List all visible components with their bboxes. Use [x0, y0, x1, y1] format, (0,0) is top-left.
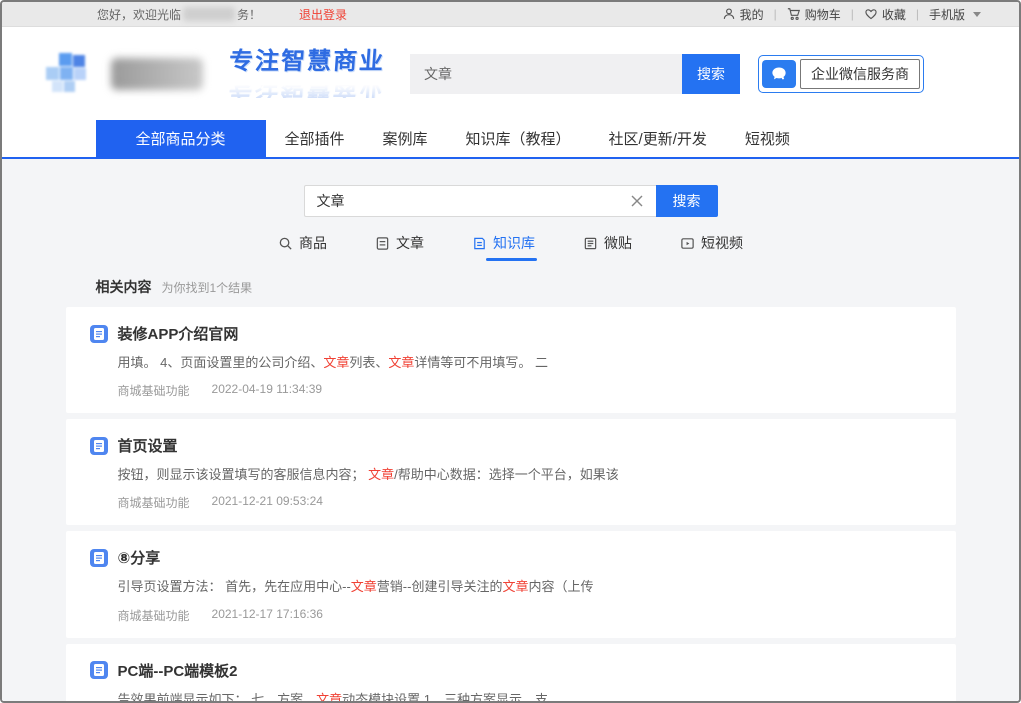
header-search-button[interactable]: 搜索 — [682, 54, 740, 94]
result-category: 商城基础功能 — [118, 494, 190, 511]
nav-case-library[interactable]: 案例库 — [364, 120, 447, 157]
nav-knowledge-base[interactable]: 知识库（教程） — [447, 120, 590, 157]
welcome-text: 您好，欢迎光临 务！ — [97, 6, 261, 23]
chevron-down-icon — [973, 12, 981, 17]
heart-icon — [864, 7, 878, 21]
result-card[interactable]: ⑧分享 引导页设置方法： 首先，先在应用中心--文章营销--创建引导关注的文章内… — [66, 531, 956, 637]
blurred-logo-text — [111, 58, 203, 90]
tab-articles[interactable]: 文章 — [375, 233, 424, 261]
wecom-chat-icon — [762, 60, 796, 88]
document-icon — [90, 325, 108, 343]
result-meta: 商城基础功能 2022-04-19 11:34:39 — [118, 382, 932, 399]
video-icon — [680, 236, 695, 251]
result-description: 告效果前端显示如下： 七、方案、文章动态模块设置 1、三种方案显示，支 — [118, 691, 932, 703]
tab-posts[interactable]: 微贴 — [583, 233, 632, 261]
document-icon — [90, 549, 108, 567]
site-header: 专注智慧商业 专注智慧商业 搜索 企业微信服务商 — [2, 27, 1019, 120]
clear-search-icon[interactable] — [628, 192, 646, 210]
result-description: 按钮，则显示该设置填写的客服信息内容； 文章/帮助中心数据：选择一个平台，如果该 — [118, 466, 932, 484]
article-icon — [375, 236, 390, 251]
cart-icon — [787, 7, 801, 21]
results-title: 相关内容 — [96, 277, 152, 297]
results-header: 相关内容 为你找到1个结果 — [96, 277, 956, 297]
tagline-reflection: 专注智慧商业 — [228, 74, 386, 98]
main-nav: 全部商品分类 全部插件 案例库 知识库（教程） 社区/更新/开发 短视频 — [2, 120, 1019, 159]
greeting-prefix: 您好，欢迎光临 — [97, 6, 181, 23]
site-tagline: 专注智慧商业 专注智慧商业 — [229, 50, 385, 98]
results-list: 装修APP介绍官网 用填。 4、页面设置里的公司介绍、文章列表、文章详情等可不用… — [66, 307, 956, 703]
result-type-tabs: 商品 文章 知识库 微贴 短视频 — [2, 233, 1019, 261]
main-content: 搜索 商品 文章 知识库 微贴 短视频 — [2, 159, 1019, 703]
result-date: 2021-12-21 09:53:24 — [212, 494, 323, 511]
result-title[interactable]: ⑧分享 — [118, 547, 161, 568]
user-icon — [722, 7, 736, 21]
greeting-suffix: 务！ — [237, 6, 261, 23]
result-date: 2022-04-19 11:34:39 — [212, 382, 323, 399]
search-icon — [278, 236, 293, 251]
result-meta: 商城基础功能 2021-12-17 17:16:36 — [118, 607, 932, 624]
topbar: 您好，欢迎光临 务！ 退出登录 我的 | 购物车 | 收藏 — [2, 2, 1019, 27]
result-card[interactable]: 首页设置 按钮，则显示该设置填写的客服信息内容； 文章/帮助中心数据：选择一个平… — [66, 419, 956, 525]
knowledge-base-icon — [472, 236, 487, 251]
result-card[interactable]: 装修APP介绍官网 用填。 4、页面设置里的公司介绍、文章列表、文章详情等可不用… — [66, 307, 956, 413]
document-icon — [90, 661, 108, 679]
result-category: 商城基础功能 — [118, 607, 190, 624]
wecom-service-badge[interactable]: 企业微信服务商 — [758, 55, 924, 93]
list-icon — [583, 236, 598, 251]
nav-short-video[interactable]: 短视频 — [726, 120, 809, 157]
logout-link[interactable]: 退出登录 — [299, 6, 347, 23]
my-account-link[interactable]: 我的 — [722, 6, 764, 23]
results-count: 为你找到1个结果 — [162, 279, 253, 296]
nav-all-plugins[interactable]: 全部插件 — [266, 120, 364, 157]
browser-window: 您好，欢迎光临 务！ 退出登录 我的 | 购物车 | 收藏 — [0, 0, 1021, 703]
nav-all-categories[interactable]: 全部商品分类 — [96, 120, 266, 157]
blurred-username — [183, 7, 235, 21]
tab-knowledge-base[interactable]: 知识库 — [472, 233, 535, 261]
search-input[interactable] — [304, 185, 656, 217]
result-meta: 商城基础功能 2021-12-21 09:53:24 — [118, 494, 932, 511]
nav-community[interactable]: 社区/更新/开发 — [590, 120, 726, 157]
search-button[interactable]: 搜索 — [656, 185, 718, 217]
mobile-version-menu[interactable]: 手机版 — [929, 6, 981, 23]
result-card[interactable]: PC端--PC端模板2 告效果前端显示如下： 七、方案、文章动态模块设置 1、三… — [66, 644, 956, 703]
content-search: 搜索 — [304, 185, 718, 217]
result-title[interactable]: 装修APP介绍官网 — [118, 323, 239, 344]
document-icon — [90, 437, 108, 455]
result-description: 用填。 4、页面设置里的公司介绍、文章列表、文章详情等可不用填写。 二 — [118, 354, 932, 372]
result-category: 商城基础功能 — [118, 382, 190, 399]
topbar-menu: 我的 | 购物车 | 收藏 | 手机版 — [722, 6, 981, 23]
header-search: 搜索 — [410, 54, 740, 94]
header-search-input[interactable] — [410, 54, 682, 94]
result-description: 引导页设置方法： 首先，先在应用中心--文章营销--创建引导关注的文章内容（上传 — [118, 578, 932, 596]
favorites-link[interactable]: 收藏 — [864, 6, 906, 23]
site-logo-icon — [43, 51, 101, 97]
cart-link[interactable]: 购物车 — [787, 6, 841, 23]
result-title[interactable]: 首页设置 — [118, 435, 178, 456]
tab-products[interactable]: 商品 — [278, 233, 327, 261]
tab-short-videos[interactable]: 短视频 — [680, 233, 743, 261]
result-title[interactable]: PC端--PC端模板2 — [118, 660, 238, 681]
site-logo[interactable]: 专注智慧商业 专注智慧商业 — [43, 50, 388, 98]
result-date: 2021-12-17 17:16:36 — [212, 607, 323, 624]
